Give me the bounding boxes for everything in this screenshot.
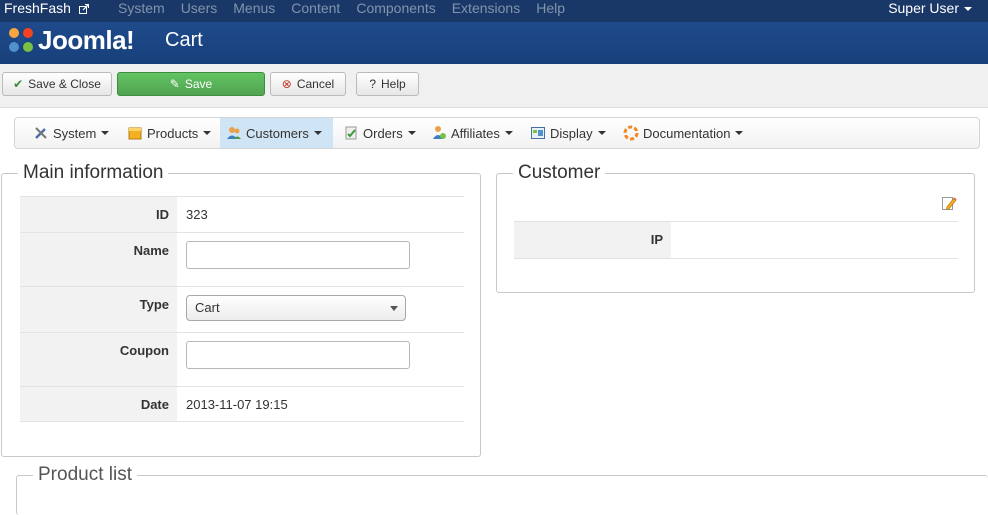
chevron-down-icon xyxy=(407,131,416,135)
chevron-down-icon xyxy=(390,306,398,311)
submenu-affiliates-label: Affiliates xyxy=(451,125,500,141)
save-close-button[interactable]: ✔ Save & Close xyxy=(2,72,112,96)
question-icon: ? xyxy=(369,77,376,91)
menu-help[interactable]: Help xyxy=(536,0,565,16)
chevron-down-icon xyxy=(597,131,606,135)
coupon-row: Coupon xyxy=(20,332,464,386)
customer-fieldset: Customer IP xyxy=(496,162,975,293)
id-label: ID xyxy=(156,207,169,222)
id-value: 323 xyxy=(186,207,208,222)
external-link-icon xyxy=(78,4,89,15)
type-select[interactable]: Cart xyxy=(186,295,406,321)
logo-text: Joomla! xyxy=(38,24,135,55)
products-icon xyxy=(128,127,142,140)
edit-icon: ✎ xyxy=(169,77,180,91)
date-label: Date xyxy=(140,397,169,412)
submenu-customers[interactable]: Customers xyxy=(220,118,333,148)
orders-icon xyxy=(345,126,357,140)
menu-system[interactable]: System xyxy=(118,0,165,16)
customer-legend: Customer xyxy=(513,162,606,184)
help-button[interactable]: ? Help xyxy=(356,72,419,96)
menu-components[interactable]: Components xyxy=(356,0,435,16)
name-input[interactable] xyxy=(186,241,410,269)
affiliates-icon xyxy=(433,126,446,139)
menu-extensions[interactable]: Extensions xyxy=(452,0,520,16)
submenu-documentation-label: Documentation xyxy=(643,125,731,141)
display-icon xyxy=(531,127,545,139)
ip-label: IP xyxy=(650,232,663,247)
joomla-logo: Joomla! xyxy=(6,24,135,55)
ip-row: IP xyxy=(514,221,958,259)
coupon-input[interactable] xyxy=(186,341,410,369)
menu-content[interactable]: Content xyxy=(291,0,340,16)
page-title: Cart xyxy=(165,29,203,51)
joomla-logo-icon xyxy=(9,28,33,52)
menu-users[interactable]: Users xyxy=(181,0,218,16)
cancel-icon: ⊗ xyxy=(281,77,292,91)
save-button[interactable]: ✎ Save xyxy=(117,72,265,96)
cancel-label: Cancel xyxy=(296,77,335,91)
product-list-legend: Product list xyxy=(33,464,137,486)
page-header: Joomla! Cart xyxy=(0,22,988,65)
product-list-fieldset: Product list xyxy=(16,464,988,515)
name-label: Name xyxy=(133,243,169,258)
site-link[interactable]: FreshFash xyxy=(4,0,89,16)
submenu-system[interactable]: System xyxy=(27,118,115,148)
user-name[interactable]: Super User xyxy=(888,0,959,16)
type-select-value: Cart xyxy=(195,300,220,315)
date-row: Date 2013-11-07 19:15 xyxy=(20,386,464,422)
id-row: ID 323 xyxy=(20,196,464,232)
customers-icon xyxy=(227,127,241,139)
submenu-orders-label: Orders xyxy=(363,125,403,141)
edit-icon[interactable] xyxy=(941,195,957,211)
submenu-display-label: Display xyxy=(550,125,593,141)
help-label: Help xyxy=(381,77,406,91)
chevron-down-icon xyxy=(101,131,110,135)
submenu-products[interactable]: Products xyxy=(121,118,217,148)
main-information-legend: Main information xyxy=(18,162,169,184)
save-label: Save xyxy=(184,77,213,91)
chevron-down-icon xyxy=(504,131,513,135)
site-name[interactable]: FreshFash xyxy=(4,0,71,16)
name-row: Name xyxy=(20,232,464,286)
admin-menu: System Users Menus Content Components Extensi… xyxy=(118,0,581,16)
submenu-display[interactable]: Display xyxy=(524,118,612,148)
admin-topbar: FreshFash System Users Menus Content Compone… xyxy=(0,0,988,22)
check-icon: ✔ xyxy=(13,77,24,91)
submenu-system-label: System xyxy=(53,125,97,141)
chevron-down-icon xyxy=(964,7,972,12)
chevron-down-icon xyxy=(735,131,744,135)
user-menu[interactable]: Super User xyxy=(888,0,972,16)
component-submenu: System Products Customers Orders Affilia… xyxy=(14,117,980,149)
date-value: 2013-11-07 19:15 xyxy=(186,397,288,412)
documentation-icon xyxy=(623,125,639,141)
submenu-products-label: Products xyxy=(147,125,199,141)
chevron-down-icon xyxy=(203,131,212,135)
cancel-button[interactable]: ⊗ Cancel xyxy=(270,72,346,96)
submenu-customers-label: Customers xyxy=(246,125,309,141)
main-information-fieldset: Main information ID 323 Name Type Cart C… xyxy=(1,162,481,457)
type-row: Type Cart xyxy=(20,286,464,332)
coupon-label: Coupon xyxy=(119,343,169,358)
submenu-documentation[interactable]: Documentation xyxy=(617,118,749,148)
chevron-down-icon xyxy=(313,131,322,135)
submenu-affiliates[interactable]: Affiliates xyxy=(425,118,519,148)
tools-icon xyxy=(35,127,47,139)
toolbar: ✔ Save & Close ✎ Save ⊗ Cancel ? Help xyxy=(0,64,988,108)
submenu-orders[interactable]: Orders xyxy=(337,118,422,148)
save-close-label: Save & Close xyxy=(28,77,101,91)
menu-menus[interactable]: Menus xyxy=(233,0,275,16)
type-label: Type xyxy=(139,297,169,312)
